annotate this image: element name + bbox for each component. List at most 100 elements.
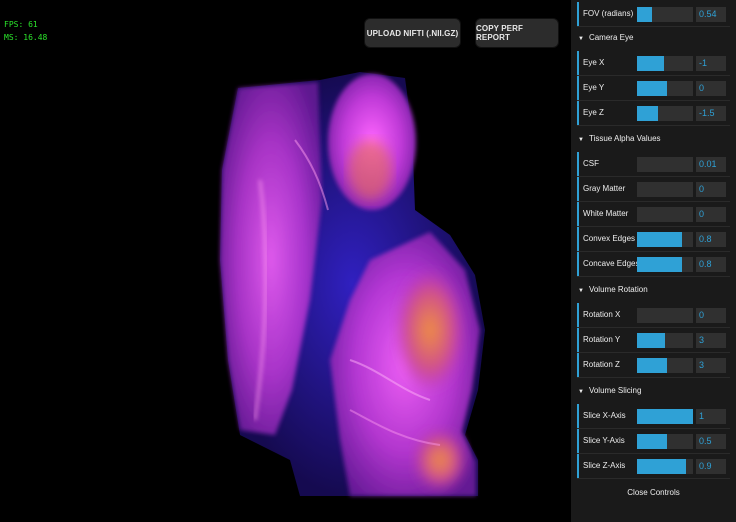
slider-label: Convex Edges: [583, 234, 636, 243]
slider-row-eye-y[interactable]: Eye Y 0: [577, 76, 730, 100]
upper-lobe-core: [348, 140, 392, 200]
slider-track[interactable]: [637, 409, 693, 424]
slider-track[interactable]: [637, 232, 693, 247]
slider-track[interactable]: [637, 308, 693, 323]
row-accent: [577, 303, 579, 327]
row-accent: [577, 328, 579, 352]
slider-value-input[interactable]: 0.54: [696, 7, 726, 22]
slider-value-input[interactable]: 1: [696, 409, 726, 424]
volume-render-viewport[interactable]: [200, 60, 500, 500]
slider-label: FOV (radians): [583, 9, 634, 18]
folder-expand-icon: ▼: [578, 389, 584, 395]
slider-value-input[interactable]: 0.8: [696, 257, 726, 272]
slider-row-concave-edges[interactable]: Concave Edges 0.8: [577, 252, 730, 276]
lower-mass-core-2: [414, 430, 466, 490]
slider-row-csf[interactable]: CSF 0.01: [577, 152, 730, 176]
slider-row-gray-matter[interactable]: Gray Matter 0: [577, 177, 730, 201]
row-accent: [577, 454, 579, 478]
slider-label: Eye X: [583, 58, 605, 67]
folder-title: Tissue Alpha Values: [588, 134, 661, 143]
volume-rotation-folder[interactable]: ▼ Volume Rotation: [577, 280, 730, 300]
slider-track[interactable]: [637, 81, 693, 96]
slider-value-input[interactable]: 3: [696, 358, 726, 373]
row-accent: [577, 76, 579, 100]
row-accent: [577, 429, 579, 453]
slider-value-input[interactable]: 0.01: [696, 157, 726, 172]
row-divider: [577, 125, 730, 126]
slider-value-input[interactable]: 0: [696, 308, 726, 323]
slider-fill: [637, 7, 652, 22]
slider-track[interactable]: [637, 434, 693, 449]
slider-value-input[interactable]: 0.8: [696, 232, 726, 247]
folder-expand-icon: ▼: [578, 288, 584, 294]
row-accent: [577, 202, 579, 226]
slider-track[interactable]: [637, 207, 693, 222]
slider-value-input[interactable]: -1: [696, 56, 726, 71]
slider-row-eye-x[interactable]: Eye X -1: [577, 51, 730, 75]
row-divider: [577, 276, 730, 277]
row-accent: [577, 252, 579, 276]
slider-value-input[interactable]: 0.5: [696, 434, 726, 449]
slider-track[interactable]: [637, 257, 693, 272]
slider-track[interactable]: [637, 157, 693, 172]
slider-value-input[interactable]: 0: [696, 207, 726, 222]
perf-stats: FPS: 61 MS: 16.48: [4, 18, 47, 44]
slider-row-slice-z-axis[interactable]: Slice Z-Axis 0.9: [577, 454, 730, 478]
slider-label: Rotation Z: [583, 360, 620, 369]
slider-value-input[interactable]: 0: [696, 182, 726, 197]
slider-label: Concave Edges: [583, 259, 640, 268]
slider-label: White Matter: [583, 209, 629, 218]
row-accent: [577, 152, 579, 176]
row-accent: [577, 177, 579, 201]
slider-row-rotation-x[interactable]: Rotation X 0: [577, 303, 730, 327]
tissue-alpha-folder[interactable]: ▼ Tissue Alpha Values: [577, 129, 730, 149]
copy-perf-report-button[interactable]: COPY PERF REPORT: [476, 19, 558, 47]
volume-slicing-folder[interactable]: ▼ Volume Slicing: [577, 381, 730, 401]
slider-track[interactable]: [637, 106, 693, 121]
folder-title: Volume Slicing: [588, 386, 642, 395]
slider-value-input[interactable]: 0: [696, 81, 726, 96]
slider-label: CSF: [583, 159, 599, 168]
slider-row-eye-z[interactable]: Eye Z -1.5: [577, 101, 730, 125]
slider-fill: [637, 257, 682, 272]
slider-row-rotation-z[interactable]: Rotation Z 3: [577, 353, 730, 377]
slider-track[interactable]: [637, 7, 693, 22]
slider-fill: [637, 106, 658, 121]
slider-label: Rotation Y: [583, 335, 621, 344]
slider-track[interactable]: [637, 56, 693, 71]
slider-value-input[interactable]: -1.5: [696, 106, 726, 121]
slider-fill: [637, 409, 693, 424]
slider-track[interactable]: [637, 182, 693, 197]
row-divider: [577, 26, 730, 27]
slider-fill: [637, 358, 667, 373]
slider-label: Slice Z-Axis: [583, 461, 626, 470]
slider-track[interactable]: [637, 459, 693, 474]
ms-readout: MS: 16.48: [4, 33, 48, 42]
slider-label: Rotation X: [583, 310, 621, 319]
row-divider: [577, 377, 730, 378]
row-divider: [577, 478, 730, 479]
slider-row-slice-y-axis[interactable]: Slice Y-Axis 0.5: [577, 429, 730, 453]
fov-slider-row[interactable]: FOV (radians) 0.54: [577, 2, 730, 26]
slider-row-rotation-y[interactable]: Rotation Y 3: [577, 328, 730, 352]
folder-expand-icon: ▼: [578, 137, 584, 143]
controls-panel: FOV (radians) 0.54 ▼ Camera Eye Eye X -1 Eye Y…: [571, 0, 736, 522]
fps-readout: FPS: 61: [4, 20, 38, 29]
row-accent: [577, 353, 579, 377]
slider-value-input[interactable]: 0.9: [696, 459, 726, 474]
close-controls-button[interactable]: Close Controls: [571, 486, 736, 500]
slider-track[interactable]: [637, 333, 693, 348]
slider-row-slice-x-axis[interactable]: Slice X-Axis 1: [577, 404, 730, 428]
slider-track[interactable]: [637, 358, 693, 373]
slider-row-convex-edges[interactable]: Convex Edges 0.8: [577, 227, 730, 251]
row-accent: [577, 101, 579, 125]
folder-title: Volume Rotation: [588, 285, 648, 294]
camera-eye-folder[interactable]: ▼ Camera Eye: [577, 28, 730, 48]
slider-value-input[interactable]: 3: [696, 333, 726, 348]
slider-fill: [637, 333, 665, 348]
upload-nifti-button[interactable]: UPLOAD NIFTI (.NII.GZ): [365, 19, 460, 47]
row-accent: [577, 227, 579, 251]
slider-label: Eye Z: [583, 108, 604, 117]
row-accent: [577, 2, 579, 26]
slider-row-white-matter[interactable]: White Matter 0: [577, 202, 730, 226]
